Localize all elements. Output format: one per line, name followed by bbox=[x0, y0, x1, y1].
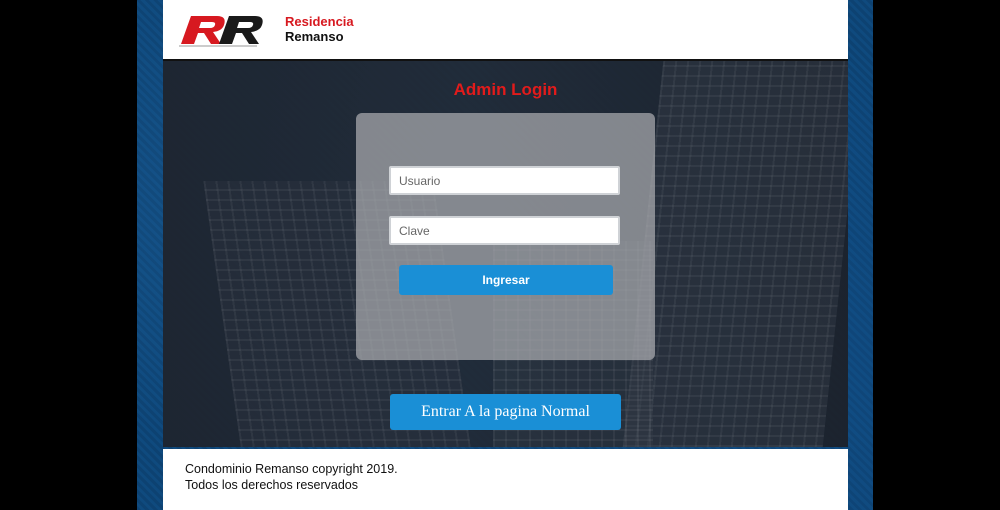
login-title: Admin Login bbox=[453, 80, 558, 99]
background-building bbox=[622, 61, 848, 447]
footer-rights: Todos los derechos reservados bbox=[185, 478, 359, 492]
site-header: Residencia Remanso bbox=[163, 0, 848, 61]
site-footer: Condominio Remanso copyright 2019. Todos… bbox=[163, 449, 848, 510]
login-card: Ingresar bbox=[356, 113, 655, 360]
login-hero: Admin Login Ingresar Entrar A la pagina … bbox=[163, 61, 848, 447]
page-container: Residencia Remanso Admin Login Ingresar … bbox=[163, 0, 848, 510]
logo-word-remanso: Remanso bbox=[285, 29, 344, 44]
logo-word-residencia: Residencia bbox=[285, 14, 354, 29]
login-submit-button[interactable]: Ingresar bbox=[399, 265, 613, 295]
password-input[interactable] bbox=[389, 216, 620, 245]
site-logo[interactable]: Residencia Remanso bbox=[177, 10, 354, 50]
footer-copyright: Condominio Remanso copyright 2019. bbox=[185, 462, 398, 476]
rr-logo-icon bbox=[179, 16, 263, 47]
normal-page-button[interactable]: Entrar A la pagina Normal bbox=[390, 394, 621, 430]
username-input[interactable] bbox=[389, 166, 620, 195]
